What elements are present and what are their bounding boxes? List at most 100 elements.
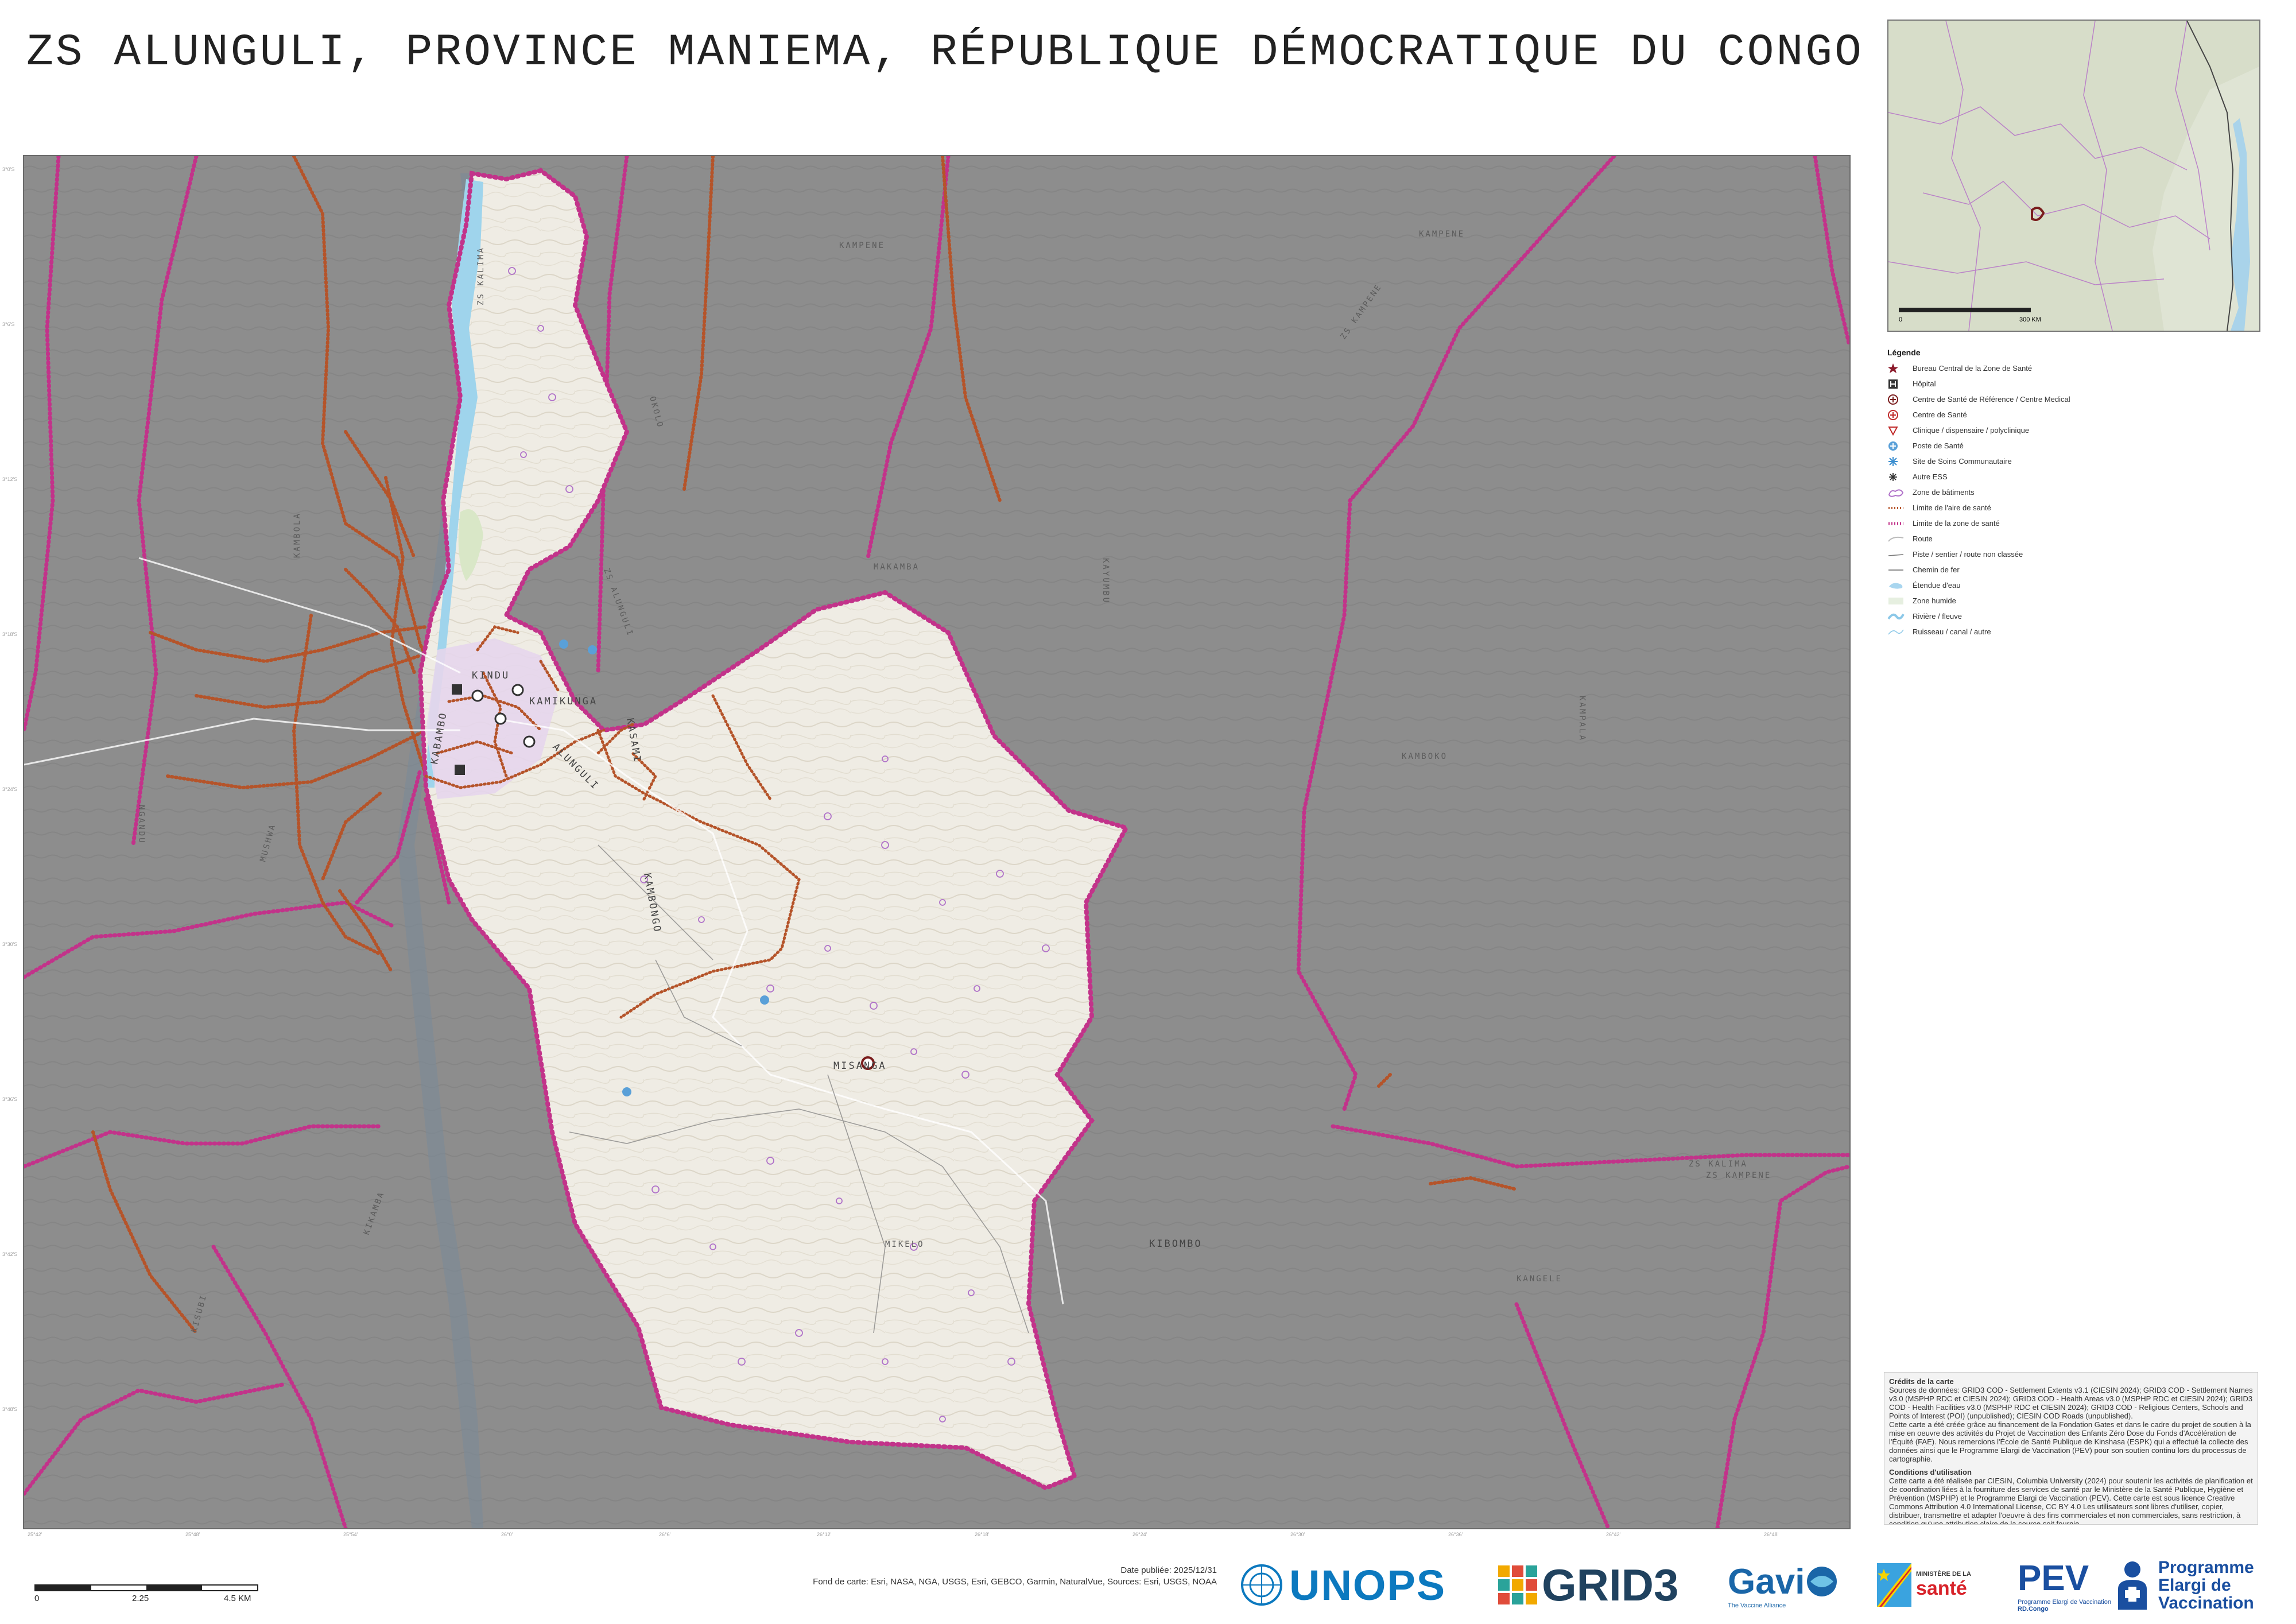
longitude-tick: 26°12' — [817, 1532, 832, 1537]
legend-label: Chemin de fer — [1913, 565, 1960, 574]
inset-map[interactable]: 0 300 KM — [1887, 20, 2260, 332]
legend-label: Autre ESS — [1913, 472, 1948, 481]
label-kampala: KAMPALA — [1577, 696, 1587, 742]
basemap-credit: Fond de carte: Esri, NASA, NGA, USGS, Es… — [813, 1577, 1217, 1587]
label-zs-kalima: ZS KALIMA — [476, 246, 486, 305]
legend-item: Rivière / fleuve — [1887, 608, 2255, 624]
legend-item: Autre ESS — [1887, 469, 2255, 485]
reference-health-center-icon — [1887, 394, 1908, 405]
wetland-icon — [1887, 595, 1908, 607]
legend-item: Route — [1887, 531, 2255, 546]
health-post-icon — [622, 1087, 631, 1096]
longitude-tick: 26°42' — [1606, 1532, 1621, 1537]
health-post-icon — [1887, 440, 1908, 452]
clinic-icon — [1887, 425, 1908, 436]
legend-item: Chemin de fer — [1887, 562, 2255, 577]
legend-label: Bureau Central de la Zone de Santé — [1913, 364, 2033, 373]
gavi-logo: Gavi The Vaccine Alliance — [1728, 1559, 1839, 1611]
credits-funding: Cette carte a été créée grâce au finance… — [1889, 1420, 2251, 1463]
legend-item: Bureau Central de la Zone de Santé — [1887, 361, 2255, 376]
publish-date: Date publiée: 2025/12/31 — [1120, 1565, 1217, 1575]
legend-item: Limite de la zone de santé — [1887, 516, 2255, 531]
legend-label: Rivière / fleuve — [1913, 612, 1962, 621]
health-post-icon — [559, 639, 568, 649]
hospital-icon — [1887, 378, 1908, 390]
map-canvas: KAMPENEKAMPENEOKOLOZS ALUNGULIKAMBOLAMAK… — [24, 156, 1849, 1528]
grid3-mark-icon — [1498, 1565, 1537, 1604]
health-zone-boundary-icon — [1887, 518, 1908, 529]
legend-label: Clinique / dispensaire / polyclinique — [1913, 426, 2030, 435]
credits-conditions: Cette carte a été réalisée par CIESIN, C… — [1889, 1476, 2253, 1525]
ministry-line2: santé — [1916, 1577, 1967, 1599]
conditions-heading: Conditions d'utilisation — [1889, 1468, 1972, 1476]
ministry-logo: MINISTÈRE DE LA santé — [1877, 1559, 1971, 1611]
scale-label-mid: 2.25 — [132, 1594, 149, 1603]
inset-scale-end: 300 KM — [2019, 316, 2041, 323]
latitude-tick: 3°48'S — [2, 1406, 18, 1412]
latitude-tick: 3°42'S — [2, 1251, 18, 1257]
label-ngandu: NGANDU — [137, 805, 146, 844]
reference-health-center-icon — [471, 689, 484, 702]
latitude-tick: 3°12'S — [2, 476, 18, 482]
health-center-icon — [523, 735, 536, 748]
longitude-tick: 26°36' — [1448, 1532, 1463, 1537]
grid3-logo: GRID3 — [1498, 1559, 1678, 1611]
main-map[interactable]: KAMPENE KAMPENE OKOLO ZS ALUNGULI KAMBOLA MAK… — [23, 155, 1851, 1529]
longitude-tick: 26°48' — [1764, 1532, 1779, 1537]
legend-label: Étendue d'eau — [1913, 581, 1961, 590]
legend-item: Poste de Santé — [1887, 438, 2255, 454]
label-kibombo: KIBOMBO — [1149, 1238, 1203, 1250]
legend-item: Ruisseau / canal / autre — [1887, 624, 2255, 639]
scale-bar-graphic — [34, 1584, 258, 1591]
legend-label: Site de Soins Communautaire — [1913, 457, 2012, 466]
label-kampene-2: KAMPENE — [1419, 230, 1465, 239]
legend-label: Limite de la zone de santé — [1913, 519, 2000, 528]
label-mikelo: MIKELO — [885, 1240, 925, 1249]
credits-box: Crédits de la carte Sources de données: … — [1884, 1372, 2258, 1525]
drc-flag-icon — [1877, 1563, 1911, 1607]
pev-logo: PEV Programme Elargi de Vaccination RD.C… — [2018, 1559, 2111, 1613]
longitude-tick: 26°0' — [501, 1532, 513, 1537]
river-icon — [1887, 611, 1908, 622]
stream-icon — [1887, 626, 1908, 638]
unops-text: UNOPS — [1289, 1561, 1446, 1609]
label-kayumbu: KAYUMBU — [1101, 558, 1110, 604]
latitude-tick: 3°6'S — [2, 321, 15, 327]
label-kamboko: KAMBOKO — [1402, 752, 1448, 761]
label-zs-kampene-2: ZS KAMPENE — [1706, 1171, 1771, 1180]
gavi-text: Gavi — [1728, 1561, 1805, 1602]
map-title: ZS ALUNGULI, PROVINCE MANIEMA, RÉPUBLIQU… — [26, 28, 1864, 78]
credits-sources: Sources de données: GRID3 COD - Settleme… — [1889, 1386, 2253, 1420]
health-center-icon — [1887, 409, 1908, 421]
un-emblem-icon — [1241, 1564, 1282, 1606]
health-post-icon — [588, 645, 597, 654]
longitude-tick: 26°30' — [1290, 1532, 1305, 1537]
latitude-tick: 3°36'S — [2, 1096, 18, 1102]
legend-item: Zone de bâtiments — [1887, 485, 2255, 500]
legend-item: Piste / sentier / route non classée — [1887, 546, 2255, 562]
longitude-tick: 26°24' — [1133, 1532, 1147, 1537]
inset-scalebar — [1899, 308, 2031, 312]
longitude-tick: 25°54' — [343, 1532, 358, 1537]
inset-canvas: 0 300 KM — [1888, 21, 2259, 331]
longitude-tick: 26°18' — [975, 1532, 990, 1537]
latitude-tick: 3°30'S — [2, 941, 18, 947]
building-zone-icon — [1887, 487, 1908, 498]
credits-heading: Crédits de la carte — [1889, 1377, 1954, 1386]
programme-line3: Vaccination — [2158, 1593, 2254, 1613]
legend-item: Centre de Santé — [1887, 407, 2255, 423]
legend-item: Centre de Santé de Référence / Centre Me… — [1887, 392, 2255, 407]
latitude-tick: 3°18'S — [2, 631, 18, 637]
gavi-globe-icon — [1807, 1567, 1837, 1596]
legend-label: Zone de bâtiments — [1913, 488, 1975, 497]
label-zs-kalima-2: ZS KALIMA — [1689, 1160, 1748, 1169]
legend-items: Bureau Central de la Zone de Santé Hôpita… — [1887, 361, 2255, 639]
programme-logo: Programme Elargi de Vaccination — [2112, 1559, 2254, 1613]
programme-line2: Elargi de — [2158, 1575, 2231, 1595]
legend: Légende Bureau Central de la Zone de San… — [1887, 348, 2255, 639]
legend-label: Limite de l'aire de santé — [1913, 503, 1991, 512]
legend-label: Ruisseau / canal / autre — [1913, 627, 1991, 636]
latitude-tick: 3°24'S — [2, 786, 18, 792]
longitude-tick: 25°48' — [185, 1532, 200, 1537]
road-icon — [1887, 533, 1908, 545]
